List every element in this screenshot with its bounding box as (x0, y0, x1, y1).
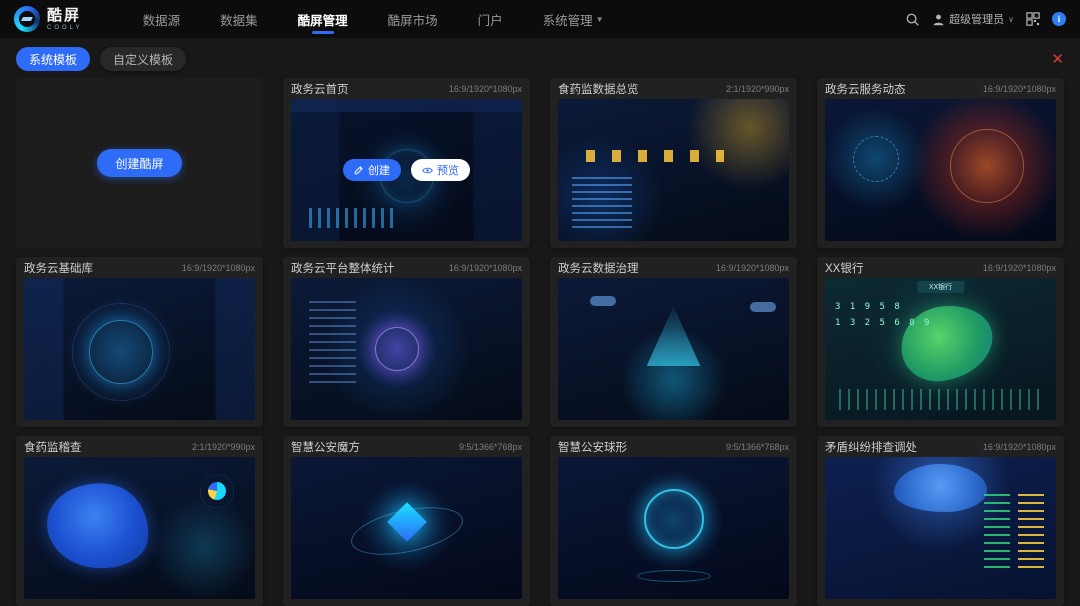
user-menu[interactable]: 超级管理员 ∨ (932, 11, 1014, 27)
card-title: 智慧公安魔方 (291, 439, 360, 455)
card-title: XX银行 (825, 260, 863, 276)
template-card: 政务云数据治理 16:9/1920*1080px 创建 预览 (550, 257, 797, 427)
card-size-label: 16:9/1920*1080px (983, 442, 1056, 452)
card-size-label: 16:9/1920*1080px (182, 263, 255, 273)
menu-item-dataset[interactable]: 数据集 (220, 0, 258, 38)
app-name: 酷屏 (47, 8, 83, 23)
template-tabs: 系统模板 自定义模板 ✕ (0, 38, 1080, 76)
template-card: 政务云平台整体统计 16:9/1920*1080px 创建 预览 (283, 257, 530, 427)
card-title: 食药监稽查 (24, 439, 82, 455)
card-header: XX银行 16:9/1920*1080px (825, 257, 1056, 278)
menu-item-screen-market[interactable]: 酷屏市场 (388, 0, 438, 38)
card-header: 矛盾纠纷排查调处 16:9/1920*1080px (825, 436, 1056, 457)
card-thumbnail[interactable]: 创建 预览 (24, 278, 255, 420)
logo-icon (14, 6, 40, 32)
thumb-text: 3 1 9 5 8 (835, 302, 902, 312)
menu-item-portal[interactable]: 门户 (478, 0, 503, 38)
card-title: 政务云服务动态 (825, 81, 906, 97)
card-thumbnail[interactable]: 创建 预览 (291, 278, 522, 420)
card-thumbnail[interactable]: 创建 预览 (558, 99, 789, 241)
card-thumbnail[interactable]: 创建 预览 (558, 457, 789, 599)
template-card: XX银行 16:9/1920*1080px 创建 预览 XX银行3 1 9 5 … (817, 257, 1064, 427)
card-header: 智慧公安球形 9:5/1366*768px (558, 436, 789, 457)
template-grid: 创建酷屏 政务云首页 16:9/1920*1080px 创建 预览 食药监数据总… (0, 76, 1080, 606)
close-icon[interactable]: ✕ (1051, 52, 1064, 67)
app-logo[interactable]: 酷屏 COOLY (14, 6, 83, 32)
create-from-template-button[interactable]: 创建 (343, 159, 401, 181)
card-thumbnail[interactable]: 创建 预览 (825, 99, 1056, 241)
app-caption: COOLY (47, 25, 83, 31)
template-card: 智慧公安球形 9:5/1366*768px 创建 预览 (550, 436, 797, 606)
card-title: 智慧公安球形 (558, 439, 627, 455)
card-thumbnail[interactable]: 创建 预览 (825, 457, 1056, 599)
card-thumbnail[interactable]: 创建 预览 (291, 99, 522, 241)
create-screen-button[interactable]: 创建酷屏 (97, 149, 181, 177)
main-menu: 数据源 数据集 酷屏管理 酷屏市场 门户 系统管理 ▼ (143, 0, 604, 38)
card-header: 智慧公安魔方 9:5/1366*768px (291, 436, 522, 457)
card-size-label: 2:1/1920*990px (726, 84, 789, 94)
card-size-label: 16:9/1920*1080px (449, 263, 522, 273)
chevron-down-icon: ∨ (1008, 15, 1014, 24)
card-header: 政务云基础库 16:9/1920*1080px (24, 257, 255, 278)
template-card: 政务云服务动态 16:9/1920*1080px 创建 预览 (817, 78, 1064, 248)
template-card: 食药监稽查 2:1/1920*990px 创建 预览 (16, 436, 263, 606)
card-title: 矛盾纠纷排查调处 (825, 439, 917, 455)
eye-icon (422, 165, 433, 176)
card-size-label: 2:1/1920*990px (192, 442, 255, 452)
card-header: 政务云服务动态 16:9/1920*1080px (825, 78, 1056, 99)
thumb-text: 1 3 2 5 6 8 9 (835, 318, 931, 328)
card-size-label: 16:9/1920*1080px (449, 84, 522, 94)
thumbnail-hover-overlay: 创建 预览 (291, 99, 522, 241)
card-size-label: 16:9/1920*1080px (983, 263, 1056, 273)
card-thumbnail[interactable]: 创建 预览 (291, 457, 522, 599)
navbar-right: 超级管理员 ∨ i (905, 11, 1066, 27)
card-header: 政务云数据治理 16:9/1920*1080px (558, 257, 789, 278)
template-card: 政务云基础库 16:9/1920*1080px 创建 预览 (16, 257, 263, 427)
info-icon[interactable]: i (1052, 12, 1066, 26)
edit-icon (354, 165, 364, 175)
card-title: 政务云基础库 (24, 260, 93, 276)
card-title: 政务云数据治理 (558, 260, 639, 276)
template-card: 食药监数据总览 2:1/1920*990px 创建 预览 (550, 78, 797, 248)
create-screen-card: 创建酷屏 (16, 78, 263, 248)
card-title: 政务云平台整体统计 (291, 260, 395, 276)
card-thumbnail[interactable]: 创建 预览 XX银行3 1 9 5 81 3 2 5 6 8 9 (825, 278, 1056, 420)
card-header: 食药监稽查 2:1/1920*990px (24, 436, 255, 457)
card-size-label: 9:5/1366*768px (459, 442, 522, 452)
qrcode-icon[interactable] (1026, 12, 1040, 26)
tab-system-template[interactable]: 系统模板 (16, 47, 90, 71)
card-thumbnail[interactable]: 创建 预览 (558, 278, 789, 420)
template-card: 政务云首页 16:9/1920*1080px 创建 预览 (283, 78, 530, 248)
card-header: 政务云平台整体统计 16:9/1920*1080px (291, 257, 522, 278)
template-card: 矛盾纠纷排查调处 16:9/1920*1080px 创建 预览 (817, 436, 1064, 606)
tab-custom-template[interactable]: 自定义模板 (100, 47, 186, 71)
menu-item-system-manage[interactable]: 系统管理 ▼ (543, 0, 604, 38)
template-card: 智慧公安魔方 9:5/1366*768px 创建 预览 (283, 436, 530, 606)
top-navbar: 酷屏 COOLY 数据源 数据集 酷屏管理 酷屏市场 门户 系统管理 ▼ 超级管… (0, 0, 1080, 38)
chevron-down-icon: ▼ (596, 15, 604, 24)
card-header: 政务云首页 16:9/1920*1080px (291, 78, 522, 99)
menu-item-screen-manage[interactable]: 酷屏管理 (298, 0, 348, 38)
card-thumbnail[interactable]: 创建 预览 (24, 457, 255, 599)
thumb-text: XX银行 (917, 281, 964, 293)
card-size-label: 9:5/1366*768px (726, 442, 789, 452)
card-header: 食药监数据总览 2:1/1920*990px (558, 78, 789, 99)
username: 超级管理员 (949, 11, 1004, 27)
card-title: 政务云首页 (291, 81, 349, 97)
search-icon[interactable] (905, 12, 920, 27)
preview-template-button[interactable]: 预览 (411, 159, 470, 181)
card-title: 食药监数据总览 (558, 81, 639, 97)
user-icon (932, 13, 945, 26)
card-size-label: 16:9/1920*1080px (983, 84, 1056, 94)
menu-item-datasource[interactable]: 数据源 (143, 0, 181, 38)
card-size-label: 16:9/1920*1080px (716, 263, 789, 273)
